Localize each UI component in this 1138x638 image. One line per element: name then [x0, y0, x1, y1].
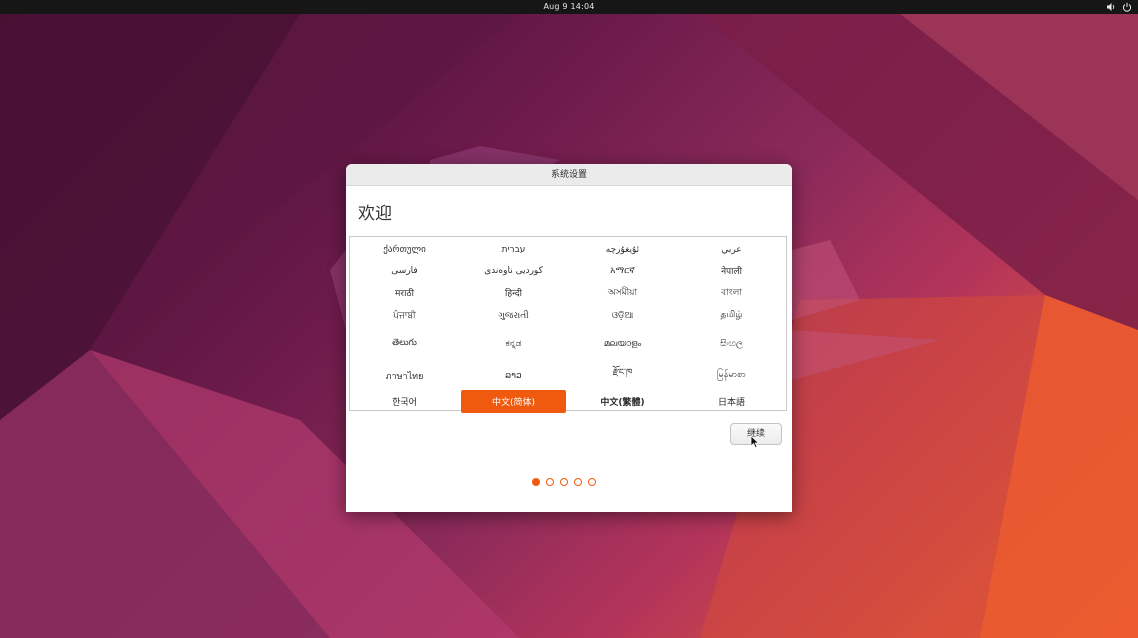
clock[interactable]: Aug 9 14:04: [0, 0, 1138, 14]
language-item-hebrew[interactable]: עברית: [461, 239, 566, 260]
settings-dialog: 系统设置 欢迎 ქართული עברית ئۇيغۇرچە عربي فارس…: [346, 164, 792, 512]
language-item-japanese[interactable]: 日本語: [679, 390, 784, 413]
power-icon[interactable]: [1122, 2, 1132, 12]
language-item-chinese-simplified[interactable]: 中文(简体): [461, 390, 566, 413]
dialog-title: 系统设置: [346, 164, 792, 186]
language-item-georgian[interactable]: ქართული: [352, 239, 457, 260]
language-item-thai[interactable]: ภาษาไทย: [352, 361, 457, 390]
language-item-hindi[interactable]: हिन्दी: [461, 281, 566, 304]
language-item-punjabi[interactable]: ਪੰਜਾਬੀ: [352, 304, 457, 327]
language-item-odia[interactable]: ଓଡ଼ିଆ: [570, 304, 675, 327]
language-item-persian[interactable]: فارسی: [352, 260, 457, 281]
language-item-kannada[interactable]: ಕನ್ನಡ: [461, 327, 566, 361]
language-item-arabic[interactable]: عربي: [679, 239, 784, 260]
language-item-bengali[interactable]: বাংলা: [679, 281, 784, 304]
language-item-korean[interactable]: 한국어: [352, 390, 457, 413]
language-item-marathi[interactable]: मराठी: [352, 281, 457, 304]
mouse-cursor-icon: [750, 435, 760, 449]
language-item-assamese[interactable]: অসমীয়া: [570, 281, 675, 304]
welcome-heading: 欢迎: [358, 204, 392, 224]
page-dot-3: [560, 478, 568, 486]
language-item-telugu[interactable]: తెలుగు: [352, 327, 457, 361]
language-item-lao[interactable]: ລາວ: [461, 361, 566, 390]
language-item-nepali[interactable]: नेपाली: [679, 260, 784, 281]
page-dot-1: [532, 478, 540, 486]
language-item-dzongkha[interactable]: རྫོང་ཁ: [570, 361, 675, 390]
language-list[interactable]: ქართული עברית ئۇيغۇرچە عربي فارسی کوردیی…: [349, 236, 787, 413]
language-item-tamil[interactable]: தமிழ்: [679, 304, 784, 327]
top-bar: Aug 9 14:04: [0, 0, 1138, 14]
language-item-amharic[interactable]: አማርኛ: [570, 260, 675, 281]
volume-icon[interactable]: [1106, 2, 1116, 12]
page-dot-2: [546, 478, 554, 486]
page-dot-5: [588, 478, 596, 486]
page-dot-4: [574, 478, 582, 486]
language-item-chinese-traditional[interactable]: 中文(繁體): [570, 390, 675, 413]
language-item-kurdish[interactable]: کوردیی ناوەندی: [461, 260, 566, 281]
language-item-sinhala[interactable]: සිංහල: [679, 327, 784, 361]
language-item-malayalam[interactable]: മലയാളം: [570, 327, 675, 361]
desktop: Aug 9 14:04 系统设置 欢迎 ქართული עברית ئۇيغۇر…: [0, 0, 1138, 638]
language-item-gujarati[interactable]: ગુજરાતી: [461, 304, 566, 327]
language-item-burmese[interactable]: မြန်မာစာ: [679, 361, 784, 390]
system-tray[interactable]: [1106, 0, 1132, 14]
language-item-uyghur[interactable]: ئۇيغۇرچە: [570, 239, 675, 260]
page-indicator: [532, 478, 596, 486]
